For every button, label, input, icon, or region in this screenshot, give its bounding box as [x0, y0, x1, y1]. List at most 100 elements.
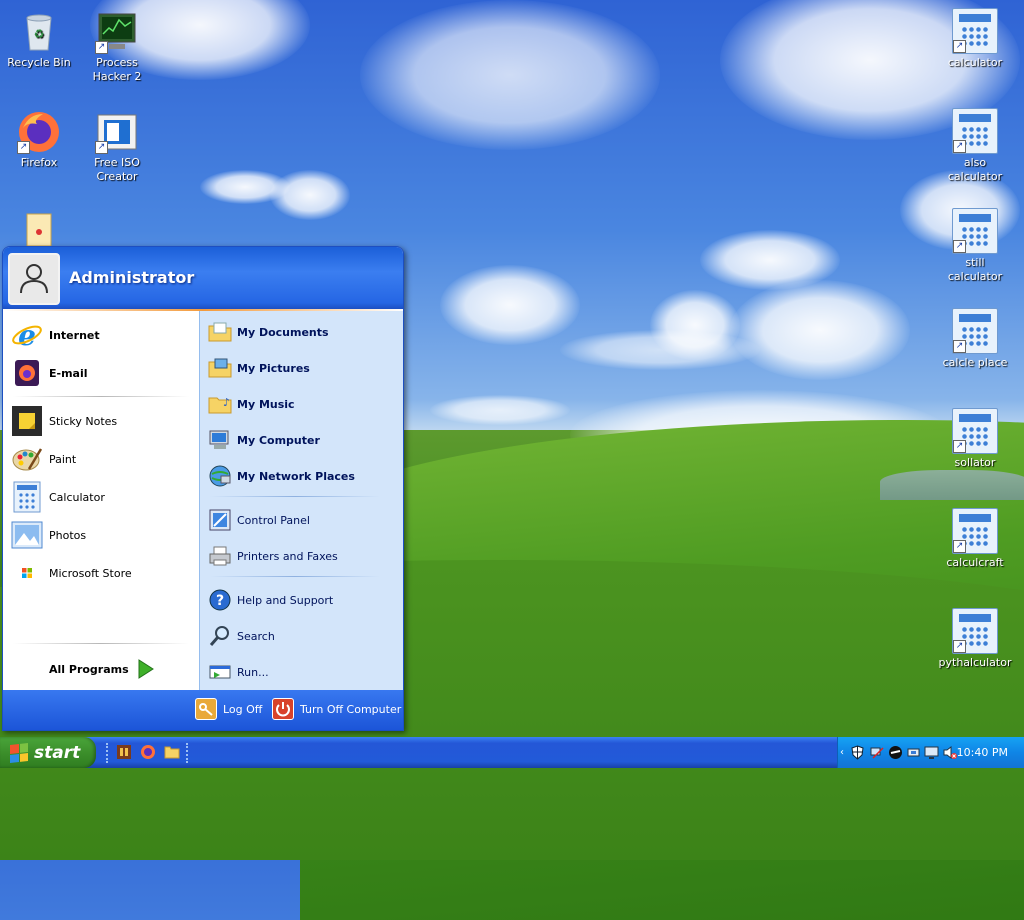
desktop-icon-label: calculator: [947, 56, 1003, 69]
start-button[interactable]: start: [0, 737, 96, 768]
calculator-icon: ↗: [952, 8, 998, 54]
desktop-icon-label: calcle place: [942, 356, 1008, 369]
process-hacker-icon: ↗: [95, 10, 139, 54]
photos-icon: [11, 519, 43, 551]
start-item-label: Microsoft Store: [49, 566, 132, 580]
desktop-icon-calculcraft[interactable]: ↗ calculcraft: [937, 508, 1013, 570]
calculator-icon: ↗: [952, 608, 998, 654]
start-item-label: Printers and Faxes: [237, 549, 338, 563]
menu-divider: [210, 496, 380, 497]
start-item-sticky-notes[interactable]: Sticky Notes: [11, 403, 117, 439]
desktop-icon-still-calculator[interactable]: ↗ still calculator: [937, 208, 1013, 284]
start-item-label: Run...: [237, 665, 269, 679]
start-item-label: My Documents: [237, 325, 329, 339]
desktop-icon-free-iso-creator[interactable]: ↗ Free ISO Creator: [79, 110, 155, 184]
app-tray-icon[interactable]: [888, 745, 903, 760]
start-item-search[interactable]: Search: [208, 621, 275, 651]
quick-launch-app-icon[interactable]: [116, 744, 132, 760]
display-icon[interactable]: [924, 745, 939, 760]
usb-device-icon[interactable]: [906, 745, 921, 760]
log-off-button[interactable]: Log Off: [195, 698, 262, 720]
calculator-icon: ↗: [952, 408, 998, 454]
start-item-microsoft-store[interactable]: Microsoft Store: [11, 555, 132, 591]
desktop-icon-label: also calculator: [947, 156, 1003, 183]
desktop-icon-also-calculator[interactable]: ↗ also calculator: [937, 108, 1013, 184]
start-item-label: My Network Places: [237, 469, 355, 483]
desktop-icon-label: calculcraft: [946, 556, 1004, 569]
calculator-icon: [11, 481, 43, 513]
search-icon: [208, 624, 232, 648]
turn-off-button[interactable]: Turn Off Computer: [272, 698, 401, 720]
quick-launch-grip[interactable]: [106, 743, 111, 763]
desktop-icon-label: pythalculator: [938, 656, 1012, 669]
all-programs-label: All Programs: [49, 662, 129, 676]
paint-icon: [11, 443, 43, 475]
taskbar-grip[interactable]: [186, 743, 191, 763]
start-item-my-documents[interactable]: My Documents: [208, 317, 329, 347]
calculator-icon: ↗: [952, 208, 998, 254]
start-item-label: My Computer: [237, 433, 320, 447]
recycle-bin-icon: ♻: [17, 10, 61, 54]
start-item-my-music[interactable]: ♪ My Music: [208, 389, 295, 419]
menu-divider: [13, 396, 189, 397]
svg-text:♪: ♪: [223, 396, 230, 409]
firefox-icon: ↗: [17, 110, 61, 154]
start-item-label: Control Panel: [237, 513, 310, 527]
calculator-icon: ↗: [952, 308, 998, 354]
quick-launch-folder-icon[interactable]: [164, 744, 180, 760]
user-avatar[interactable]: [8, 253, 60, 305]
desktop-icon-recycle-bin[interactable]: ♻ Recycle Bin: [1, 10, 77, 70]
network-disconnected-icon[interactable]: [870, 745, 885, 760]
start-item-label: Sticky Notes: [49, 414, 118, 428]
log-off-label: Log Off: [223, 702, 263, 716]
start-item-control-panel[interactable]: Control Panel: [208, 505, 310, 535]
desktop-icon-firefox[interactable]: ↗ Firefox: [1, 110, 77, 170]
help-icon: ?: [208, 588, 232, 612]
start-item-my-computer[interactable]: My Computer: [208, 425, 320, 455]
start-item-label: Internet: [49, 328, 100, 342]
start-item-calculator[interactable]: Calculator: [11, 479, 105, 515]
taskbar: start ‹ 10:40 PM: [0, 737, 1024, 768]
run-icon: [208, 660, 232, 684]
clock[interactable]: 10:40 PM: [957, 746, 1008, 759]
desktop-icon-process-hacker[interactable]: ↗ Process Hacker 2: [79, 10, 155, 84]
start-item-my-pictures[interactable]: My Pictures: [208, 353, 310, 383]
volume-muted-icon[interactable]: [942, 745, 957, 760]
start-item-paint[interactable]: Paint: [11, 441, 76, 477]
power-icon: [272, 698, 294, 720]
start-item-my-network-places[interactable]: My Network Places: [208, 461, 355, 491]
start-item-label: My Music: [237, 397, 295, 411]
start-menu-left-panel: e Internet E-mail Sticky Notes Paint Cal…: [3, 311, 199, 690]
turn-off-label: Turn Off Computer: [300, 702, 402, 716]
arrow-right-icon: [138, 659, 154, 679]
start-label: start: [34, 742, 81, 763]
security-shield-icon[interactable]: [850, 745, 865, 760]
start-item-photos[interactable]: Photos: [11, 517, 86, 553]
desktop-icon-calcle-place[interactable]: ↗ calcle place: [937, 308, 1013, 370]
start-item-internet[interactable]: e Internet: [11, 317, 100, 353]
sticky-notes-icon: [11, 405, 43, 437]
svg-text:?: ?: [216, 593, 224, 609]
windows-logo-icon: [10, 742, 28, 763]
desktop-icon-pythalculator[interactable]: ↗ pythalculator: [937, 608, 1013, 670]
menu-divider: [210, 576, 380, 577]
calculator-icon: ↗: [952, 508, 998, 554]
tray-chevron-icon[interactable]: ‹: [840, 747, 844, 758]
start-item-label: Calculator: [49, 490, 105, 504]
start-item-label: Photos: [49, 528, 87, 542]
desktop-icon-sollator[interactable]: ↗ sollator: [937, 408, 1013, 470]
start-item-run[interactable]: Run...: [208, 657, 269, 687]
log-off-icon: [195, 698, 217, 720]
all-programs-button[interactable]: All Programs: [49, 651, 155, 687]
microsoft-store-icon: [11, 557, 43, 589]
desktop-icon-label: Free ISO Creator: [94, 156, 140, 183]
start-item-printers-faxes[interactable]: Printers and Faxes: [208, 541, 338, 571]
start-item-email[interactable]: E-mail: [11, 355, 88, 391]
start-item-help-support[interactable]: ? Help and Support: [208, 585, 333, 615]
quick-launch-firefox-icon[interactable]: [140, 744, 156, 760]
folder-documents-icon: [208, 320, 232, 344]
desktop-icon-label: sollator: [954, 456, 996, 469]
desktop-icon-calculator[interactable]: ↗ calculator: [937, 8, 1013, 70]
svg-text:e: e: [18, 319, 36, 351]
folder-pictures-icon: [208, 356, 232, 380]
